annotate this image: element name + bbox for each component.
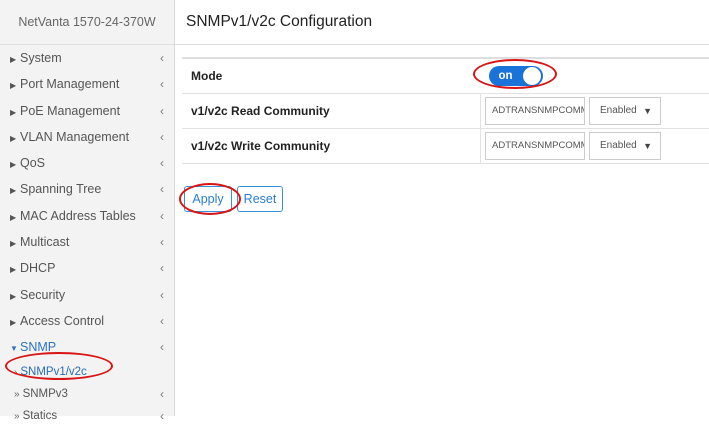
table-row: v1/v2c Read Community ADTRANSNMPCOMMEnab… xyxy=(182,94,709,129)
page-title: SNMPv1/v2c Configuration xyxy=(175,0,709,45)
sidebar-subitem-snmpv3[interactable]: »SNMPv3 ‹ xyxy=(0,383,174,405)
double-chevron-right-icon: » xyxy=(14,389,20,400)
chevron-left-icon: ‹ xyxy=(160,98,164,124)
sidebar-item-label: SNMP xyxy=(20,340,56,354)
sidebar-item-label: PoE Management xyxy=(20,104,120,118)
main-content: SNMPv1/v2c Configuration Mode on v1/v2c … xyxy=(175,0,709,416)
chevron-right-icon: › xyxy=(14,367,17,378)
table-row: v1/v2c Write Community ADTRANSNMPCOMMEna… xyxy=(182,129,709,164)
sidebar-item-label: QoS xyxy=(20,156,45,170)
read-community-input[interactable]: ADTRANSNMPCOMM xyxy=(485,97,585,125)
mode-toggle[interactable]: on xyxy=(489,66,543,86)
chevron-left-icon: ‹ xyxy=(160,383,164,405)
apply-button[interactable]: Apply xyxy=(184,186,232,212)
table-row: Mode on xyxy=(182,58,709,94)
chevron-down-icon: ▼ xyxy=(643,133,652,159)
triangle-right-icon: ▶ xyxy=(10,284,20,310)
sidebar-item-label: Access Control xyxy=(20,314,104,328)
chevron-left-icon: ‹ xyxy=(160,308,164,334)
sidebar-item-port-management[interactable]: ▶Port Management ‹ xyxy=(0,71,174,97)
triangle-down-icon: ▼ xyxy=(10,336,20,362)
reset-button[interactable]: Reset xyxy=(237,186,283,212)
chevron-left-icon: ‹ xyxy=(160,334,164,360)
sidebar-item-poe-management[interactable]: ▶PoE Management ‹ xyxy=(0,98,174,124)
sidebar-item-label: Port Management xyxy=(20,77,119,91)
sidebar: NetVanta 1570-24-370W ▶System‹ ▶Port Man… xyxy=(0,0,175,416)
chevron-left-icon: ‹ xyxy=(160,229,164,255)
toggle-knob xyxy=(523,67,541,85)
sidebar-item-label: DHCP xyxy=(20,261,55,275)
write-community-select[interactable]: Enabled ▼ xyxy=(589,132,661,160)
chevron-left-icon: ‹ xyxy=(160,176,164,202)
read-community-label: v1/v2c Read Community xyxy=(182,94,481,129)
sidebar-item-snmp[interactable]: ▼SNMP ‹ xyxy=(0,334,174,360)
triangle-right-icon: ▶ xyxy=(10,73,20,99)
select-value: Enabled xyxy=(600,105,637,116)
sidebar-item-qos[interactable]: ▶QoS ‹ xyxy=(0,150,174,176)
chevron-left-icon: ‹ xyxy=(160,203,164,229)
double-chevron-right-icon: » xyxy=(14,411,20,422)
sidebar-item-dhcp[interactable]: ▶DHCP ‹ xyxy=(0,255,174,281)
triangle-right-icon: ▶ xyxy=(10,126,20,152)
select-value: Enabled xyxy=(600,140,637,151)
sidebar-menu: ▶System‹ ▶Port Management‹ ▶PoE Manageme… xyxy=(0,45,174,427)
triangle-right-icon: ▶ xyxy=(10,152,20,178)
triangle-right-icon: ▶ xyxy=(10,231,20,257)
write-community-cell: ADTRANSNMPCOMM Enabled ▼ xyxy=(481,129,709,164)
sidebar-item-label: MAC Address Tables xyxy=(20,209,136,223)
mode-label: Mode xyxy=(182,58,481,94)
sidebar-item-label: Security xyxy=(20,288,65,302)
sidebar-item-spanning-tree[interactable]: ▶Spanning Tree ‹ xyxy=(0,176,174,202)
chevron-left-icon: ‹ xyxy=(160,71,164,97)
sidebar-item-mac-address-tables[interactable]: ▶MAC Address Tables ‹ xyxy=(0,203,174,229)
sidebar-item-label: Multicast xyxy=(20,235,69,249)
sidebar-subitem-snmpv1-v2c[interactable]: ›SNMPv1/v2c xyxy=(0,361,174,383)
mode-cell: on xyxy=(481,58,709,94)
chevron-left-icon: ‹ xyxy=(160,255,164,281)
triangle-right-icon: ▶ xyxy=(10,178,20,204)
sidebar-subitem-label: SNMPv1/v2c xyxy=(20,366,86,378)
triangle-right-icon: ▶ xyxy=(10,310,20,336)
snmp-config-table: Mode on v1/v2c Read Community ADTRANSNMP… xyxy=(182,57,709,164)
write-community-input[interactable]: ADTRANSNMPCOMM xyxy=(485,132,585,160)
triangle-right-icon: ▶ xyxy=(10,47,20,73)
sidebar-item-security[interactable]: ▶Security ‹ xyxy=(0,282,174,308)
sidebar-item-access-control[interactable]: ▶Access Control ‹ xyxy=(0,308,174,334)
chevron-left-icon: ‹ xyxy=(160,124,164,150)
triangle-right-icon: ▶ xyxy=(10,257,20,283)
sidebar-item-label: System xyxy=(20,51,62,65)
sidebar-item-vlan-management[interactable]: ▶VLAN Management ‹ xyxy=(0,124,174,150)
sidebar-item-label: VLAN Management xyxy=(20,130,129,144)
sidebar-subitem-label: SNMPv3 xyxy=(23,388,68,400)
chevron-left-icon: ‹ xyxy=(160,45,164,71)
read-community-cell: ADTRANSNMPCOMM Enabled ▼ xyxy=(481,94,709,129)
sidebar-item-system[interactable]: ▶System ‹ xyxy=(0,45,174,71)
brand-title: NetVanta 1570-24-370W xyxy=(0,0,174,45)
sidebar-item-label: Spanning Tree xyxy=(20,182,101,196)
sidebar-item-multicast[interactable]: ▶Multicast ‹ xyxy=(0,229,174,255)
write-community-label: v1/v2c Write Community xyxy=(182,129,481,164)
triangle-right-icon: ▶ xyxy=(10,205,20,231)
chevron-left-icon: ‹ xyxy=(160,150,164,176)
read-community-select[interactable]: Enabled ▼ xyxy=(589,97,661,125)
mode-toggle-text: on xyxy=(499,68,513,84)
triangle-right-icon: ▶ xyxy=(10,100,20,126)
chevron-left-icon: ‹ xyxy=(160,282,164,308)
chevron-down-icon: ▼ xyxy=(643,98,652,124)
